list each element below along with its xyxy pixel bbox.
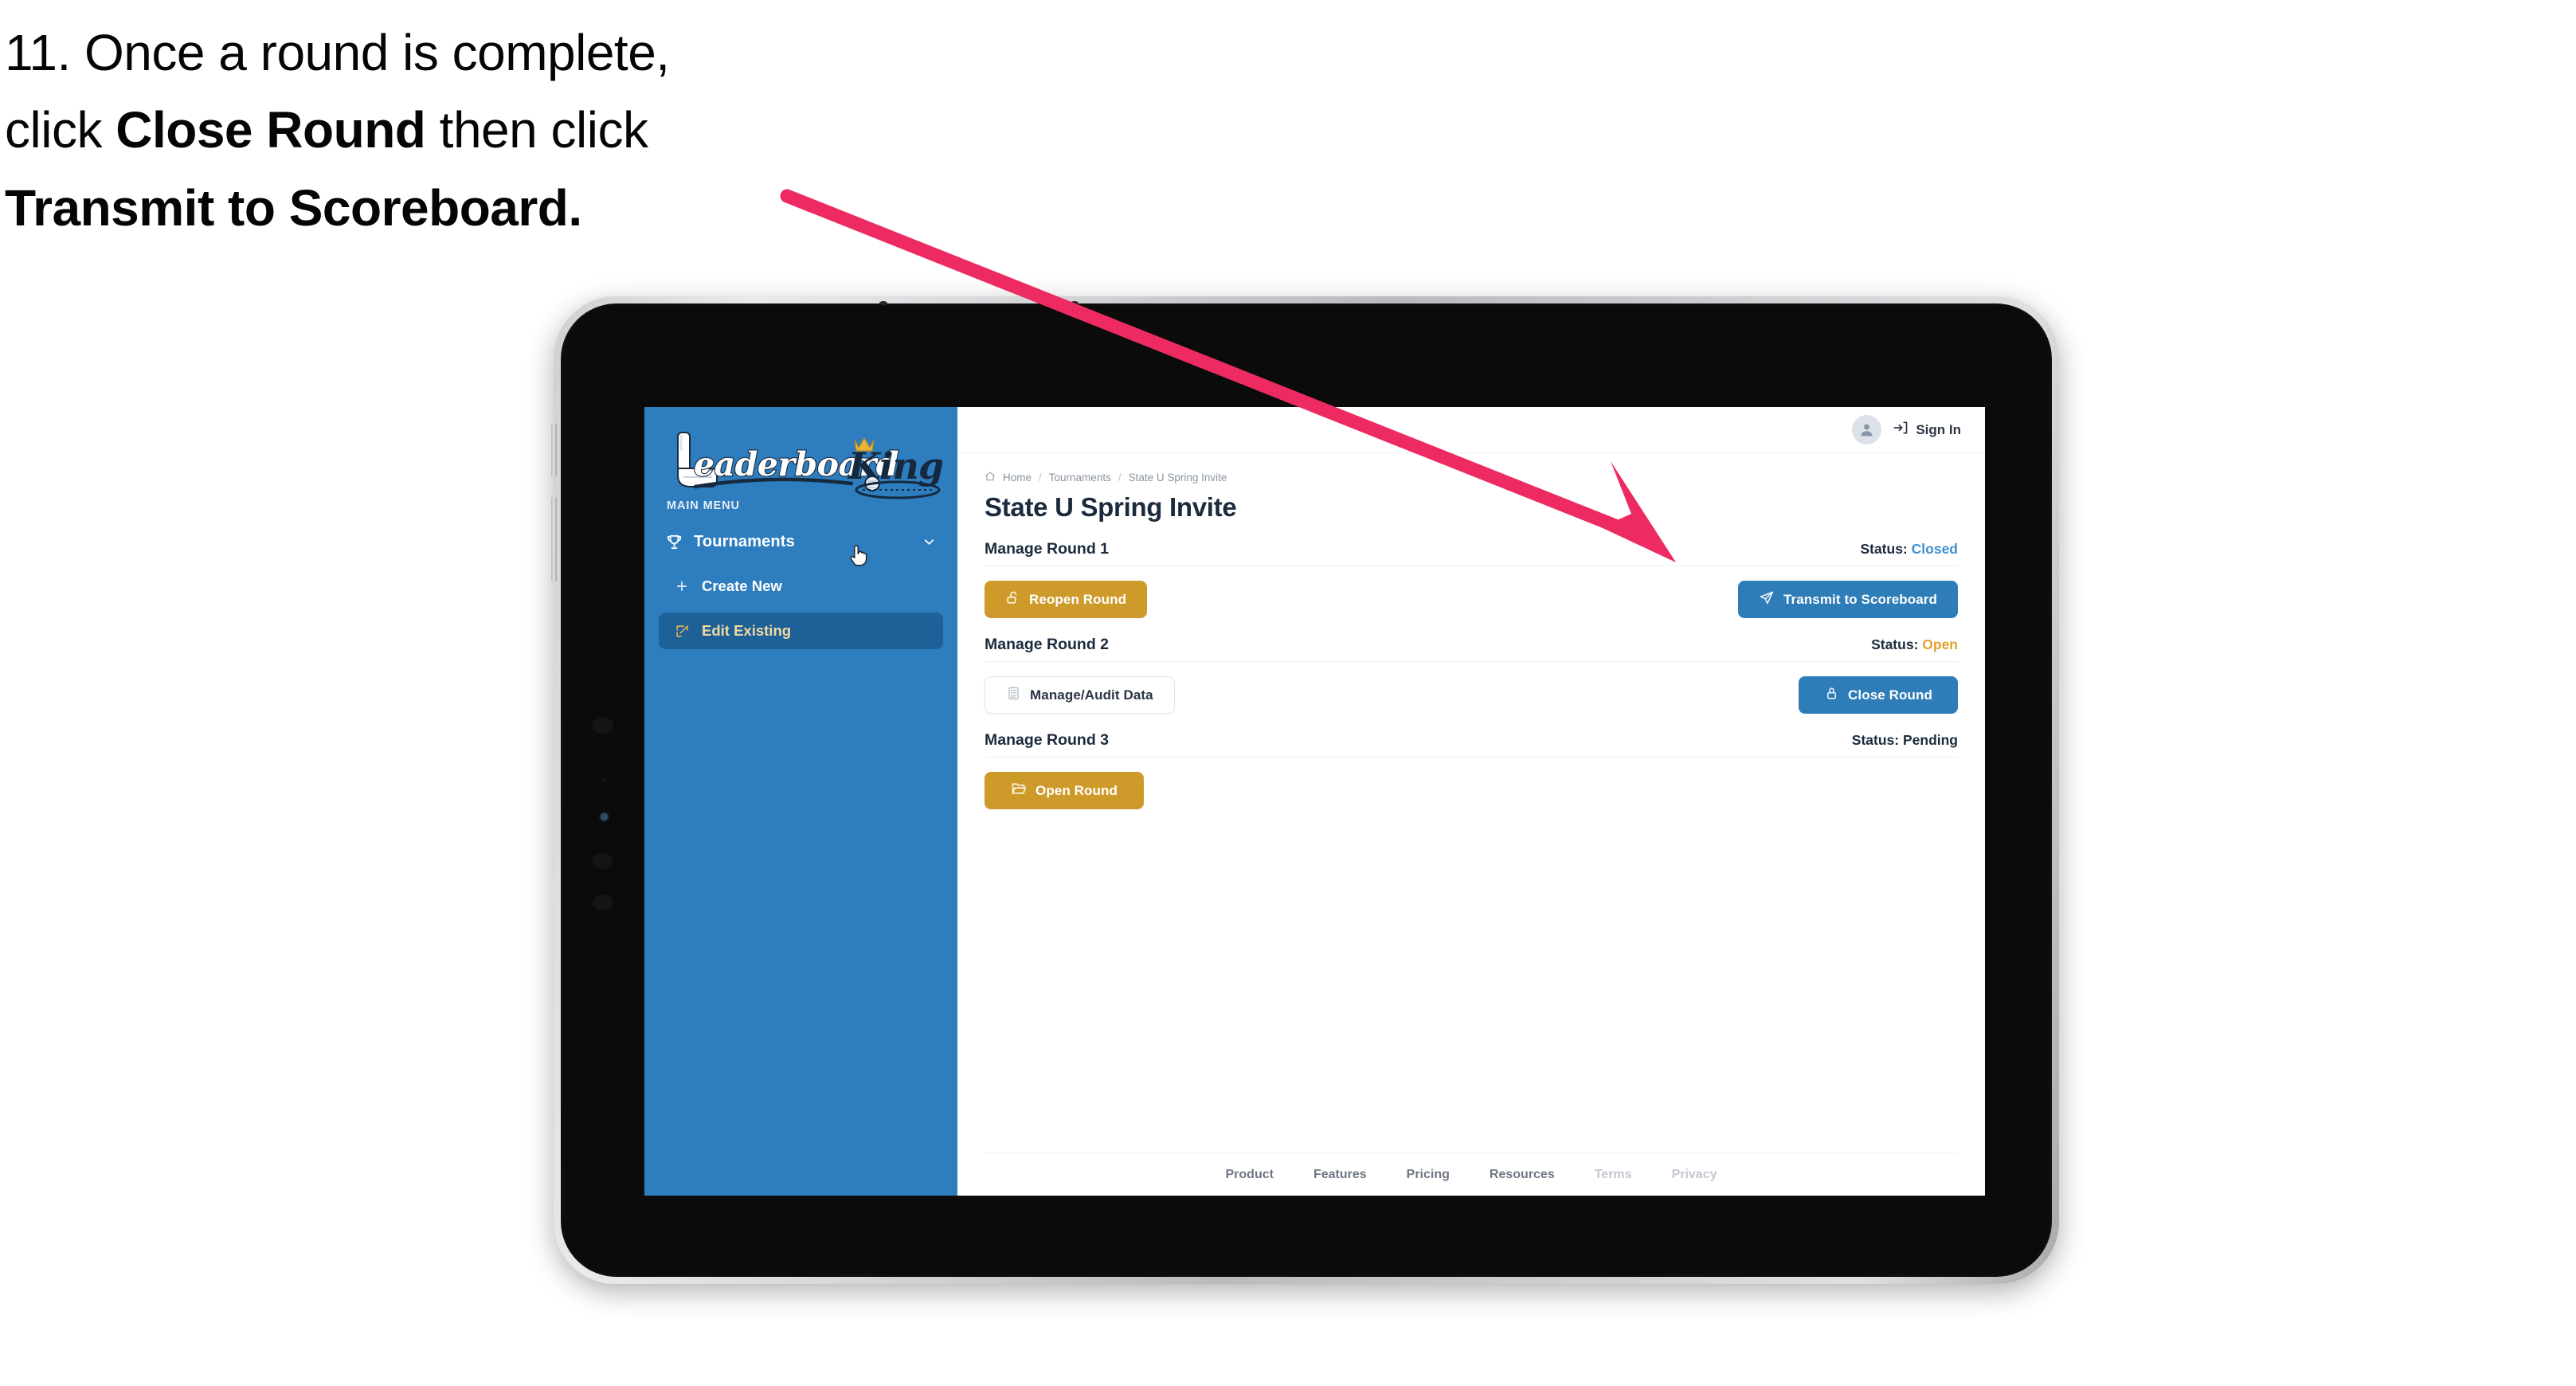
sign-in-button[interactable]: Sign In bbox=[1893, 420, 1961, 440]
round-3-status-value: Pending bbox=[1902, 732, 1958, 748]
unlock-icon bbox=[1005, 590, 1020, 609]
footer-link-pricing[interactable]: Pricing bbox=[1407, 1168, 1450, 1182]
tablet-top-mic bbox=[1071, 301, 1079, 305]
app-main-panel: Sign In Home / Tournaments / State U Spr… bbox=[957, 407, 1985, 1196]
round-1-header: Manage Round 1 Status: Closed bbox=[985, 540, 1958, 566]
tablet-device-frame: eaderboard King MAIN MENU Tournaments Cr… bbox=[551, 296, 2059, 1284]
sidebar-section-label: MAIN MENU bbox=[667, 499, 740, 512]
screenshot-canvas: 11. Once a round is complete, click Clos… bbox=[0, 0, 2576, 1386]
round-2-actions: Manage/Audit Data Close Round bbox=[985, 676, 1958, 714]
breadcrumb: Home / Tournaments / State U Spring Invi… bbox=[985, 471, 1958, 484]
round-2-header: Manage Round 2 Status: Open bbox=[985, 636, 1958, 662]
user-avatar-icon[interactable] bbox=[1852, 415, 1882, 444]
tablet-sensor-small bbox=[602, 778, 606, 782]
reopen-round-button[interactable]: Reopen Round bbox=[985, 581, 1148, 618]
footer-link-terms[interactable]: Terms bbox=[1595, 1168, 1632, 1182]
transmit-to-scoreboard-button[interactable]: Transmit to Scoreboard bbox=[1737, 581, 1958, 618]
breadcrumb-item-tournaments[interactable]: Tournaments bbox=[1049, 472, 1111, 484]
round-3-status-label: Status: bbox=[1851, 732, 1900, 748]
page-content: Home / Tournaments / State U Spring Invi… bbox=[957, 453, 1985, 1153]
page-title: State U Spring Invite bbox=[985, 492, 1237, 522]
caption-line-1-text: 11. Once a round is complete, bbox=[5, 24, 670, 81]
sidebar-item-create-new-label: Create New bbox=[702, 578, 782, 594]
transmit-to-scoreboard-label: Transmit to Scoreboard bbox=[1783, 591, 1937, 607]
round-2-title: Manage Round 2 bbox=[985, 636, 1110, 653]
caption-line-2-pre: click bbox=[5, 101, 116, 159]
trophy-icon bbox=[665, 533, 691, 551]
tablet-bezel: eaderboard King MAIN MENU Tournaments Cr… bbox=[551, 301, 2052, 1277]
round-1-actions: Reopen Round Transmit to Scoreboard bbox=[985, 581, 1958, 618]
round-1-status-label: Status: bbox=[1860, 541, 1908, 557]
close-round-button[interactable]: Close Round bbox=[1799, 676, 1958, 714]
leaderboard-king-logo-icon: eaderboard King bbox=[677, 432, 942, 499]
sidebar-item-tournaments-label: Tournaments bbox=[694, 532, 795, 550]
round-2-status-label: Status: bbox=[1871, 636, 1919, 652]
app-sidebar: eaderboard King MAIN MENU Tournaments Cr… bbox=[644, 407, 957, 1196]
footer-link-resources[interactable]: Resources bbox=[1490, 1168, 1555, 1182]
round-3-status: Status: Pending bbox=[1852, 732, 1958, 749]
open-round-button[interactable]: Open Round bbox=[985, 772, 1144, 809]
caption-line-2-post: then click bbox=[425, 101, 648, 159]
folder-open-icon bbox=[1011, 781, 1027, 801]
tablet-camera bbox=[593, 718, 613, 734]
sidebar-item-create-new[interactable]: Create New bbox=[659, 568, 943, 605]
instruction-caption: 11. Once a round is complete, click Clos… bbox=[5, 14, 897, 247]
round-3-header: Manage Round 3 Status: Pending bbox=[985, 731, 1958, 758]
footer-link-privacy[interactable]: Privacy bbox=[1672, 1168, 1717, 1182]
caption-line-1: 11. Once a round is complete, bbox=[5, 14, 897, 92]
round-section-1: Manage Round 1 Status: Closed Reopen Rou… bbox=[985, 540, 1958, 618]
round-2-status-value: Open bbox=[1922, 636, 1958, 652]
round-1-status: Status: Closed bbox=[1860, 541, 1958, 558]
tablet-speaker-hole-2 bbox=[593, 895, 613, 910]
reopen-round-label: Reopen Round bbox=[1029, 591, 1127, 607]
app-footer: Product Features Pricing Resources Terms… bbox=[985, 1153, 1958, 1196]
round-3-actions: Open Round bbox=[985, 772, 1958, 809]
round-section-3: Manage Round 3 Status: Pending Open Roun… bbox=[985, 731, 1958, 809]
footer-link-product[interactable]: Product bbox=[1226, 1168, 1274, 1182]
breadcrumb-separator: / bbox=[1039, 472, 1042, 484]
sidebar-item-edit-existing[interactable]: Edit Existing bbox=[659, 613, 943, 649]
tablet-led-indicator bbox=[601, 813, 608, 820]
plus-icon bbox=[675, 579, 702, 593]
tablet-volume-up-button[interactable] bbox=[551, 423, 557, 477]
caption-line-3: Transmit to Scoreboard. bbox=[5, 170, 897, 247]
round-2-status: Status: Open bbox=[1871, 636, 1958, 653]
close-round-label: Close Round bbox=[1848, 687, 1932, 703]
tablet-volume-down-button[interactable] bbox=[551, 496, 557, 582]
manage-audit-data-button[interactable]: Manage/Audit Data bbox=[985, 676, 1175, 714]
edit-square-icon bbox=[675, 624, 702, 639]
footer-link-features[interactable]: Features bbox=[1313, 1168, 1367, 1182]
home-icon[interactable] bbox=[985, 471, 996, 484]
breadcrumb-item-home[interactable]: Home bbox=[1003, 472, 1032, 484]
caption-line-2: click Close Round then click bbox=[5, 92, 897, 169]
paper-plane-icon bbox=[1759, 589, 1775, 609]
tablet-top-sensor bbox=[879, 301, 887, 305]
tablet-screen: eaderboard King MAIN MENU Tournaments Cr… bbox=[644, 407, 1985, 1196]
round-3-title: Manage Round 3 bbox=[985, 731, 1110, 749]
sign-in-icon bbox=[1893, 420, 1909, 440]
chevron-down-icon[interactable] bbox=[922, 534, 937, 550]
open-round-label: Open Round bbox=[1035, 782, 1118, 798]
breadcrumb-separator: / bbox=[1118, 472, 1122, 484]
manage-audit-data-label: Manage/Audit Data bbox=[1030, 687, 1153, 703]
round-1-title: Manage Round 1 bbox=[985, 540, 1110, 558]
calculator-icon bbox=[1006, 686, 1021, 705]
caption-line-3-bold: Transmit to Scoreboard. bbox=[5, 178, 582, 237]
app-topbar: Sign In bbox=[957, 407, 1985, 453]
sidebar-item-edit-existing-label: Edit Existing bbox=[702, 622, 792, 639]
app-logo[interactable]: eaderboard King bbox=[644, 407, 957, 499]
sidebar-item-tournaments[interactable]: Tournaments bbox=[644, 523, 957, 560]
breadcrumb-item-current: State U Spring Invite bbox=[1128, 472, 1227, 484]
round-1-status-value: Closed bbox=[1911, 541, 1958, 557]
tablet-speaker-hole-1 bbox=[593, 853, 613, 869]
lock-icon bbox=[1824, 686, 1839, 705]
sign-in-label: Sign In bbox=[1916, 421, 1961, 437]
caption-line-2-bold: Close Round bbox=[115, 101, 426, 159]
round-section-2: Manage Round 2 Status: Open Manage/Audit… bbox=[985, 636, 1958, 714]
